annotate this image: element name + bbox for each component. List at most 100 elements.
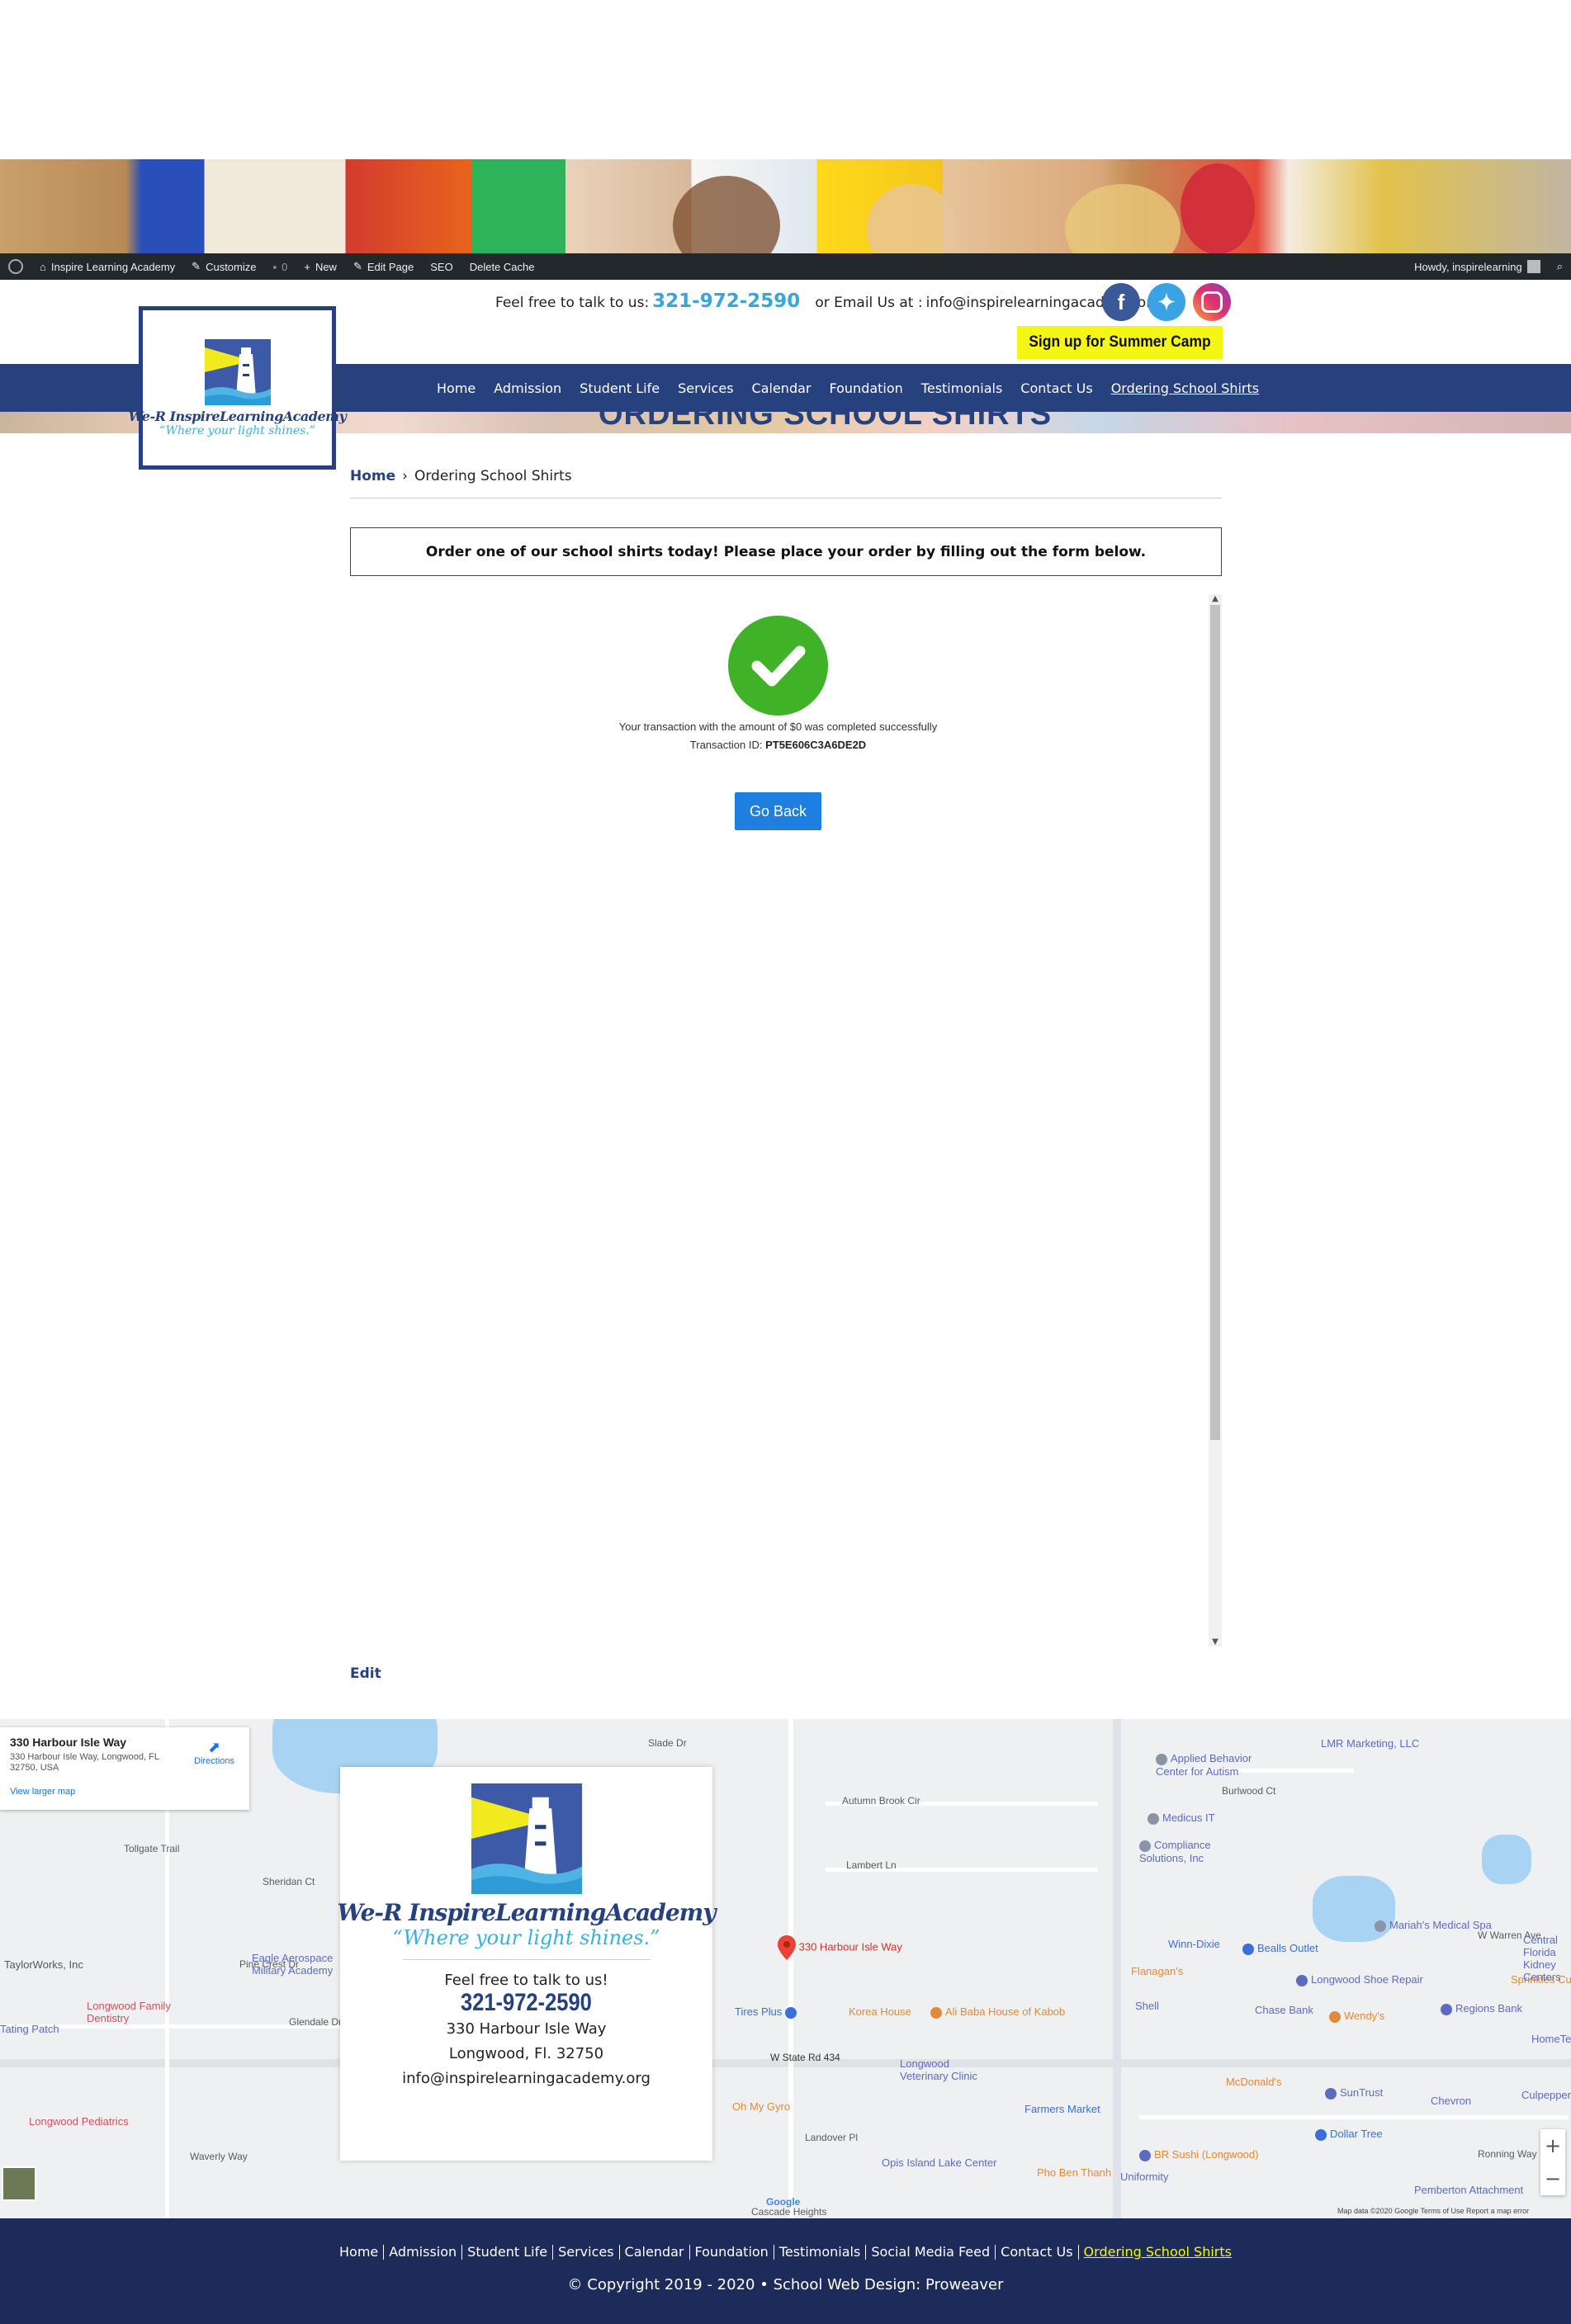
poi[interactable]: Winn-Dixie — [1168, 1938, 1220, 1950]
poi[interactable]: Tires Plus — [735, 2005, 800, 2019]
nav-home[interactable]: Home — [428, 380, 485, 396]
map-pin-icon — [778, 1935, 796, 1960]
poi[interactable]: Wendy's — [1329, 2010, 1384, 2023]
admin-site-link[interactable]: ⌂ Inspire Learning Academy — [31, 253, 183, 280]
footer-link-student-life[interactable]: Student Life — [462, 2245, 554, 2260]
contact-info-card: We-R InspireLearningAcademy “Where your … — [337, 1767, 717, 2161]
scroll-up-icon[interactable]: ▲ — [1209, 594, 1222, 603]
scroll-down-icon[interactable]: ▼ — [1209, 1637, 1222, 1646]
nav-admission[interactable]: Admission — [485, 380, 570, 396]
card-address-line1: 330 Harbour Isle Way — [446, 2020, 607, 2038]
transaction-message: Your transaction with the amount of $0 w… — [495, 718, 1061, 754]
header-phone-link[interactable]: 321-972-2590 — [652, 290, 800, 312]
footer-link-social-media-feed[interactable]: Social Media Feed — [866, 2245, 996, 2260]
footer-link-services[interactable]: Services — [553, 2245, 620, 2260]
card-talk-text: Feel free to talk to us! — [444, 1972, 608, 1989]
admin-account-link[interactable]: Howdy, inspirelearning — [1406, 253, 1549, 280]
poi[interactable]: Culpepper — [1521, 2089, 1571, 2101]
poi[interactable]: Farmers Market — [1024, 2103, 1100, 2115]
footer-link-foundation[interactable]: Foundation — [690, 2245, 774, 2260]
poi[interactable]: Longwood Family Dentistry — [87, 2000, 177, 2024]
scrollbar-thumb[interactable] — [1210, 605, 1220, 1440]
admin-search-icon[interactable]: ⌕ — [1549, 253, 1571, 280]
poi[interactable]: Tating Patch — [0, 2023, 59, 2035]
satellite-toggle[interactable] — [2, 2166, 36, 2201]
card-tagline: “Where your light shines.” — [392, 1926, 660, 1949]
poi[interactable]: Bealls Outlet — [1242, 1942, 1318, 1955]
nav-student-life[interactable]: Student Life — [570, 380, 669, 396]
brush-icon: ✎ — [192, 260, 201, 272]
footer-link-contact-us[interactable]: Contact Us — [996, 2245, 1079, 2260]
admin-delete-cache-link[interactable]: Delete Cache — [461, 253, 543, 280]
breadcrumb-separator: › — [402, 468, 408, 484]
comment-icon: ▪ — [272, 260, 277, 273]
instagram-icon[interactable] — [1193, 283, 1231, 321]
footer-link-home[interactable]: Home — [334, 2245, 385, 2260]
edit-link[interactable]: Edit — [350, 1665, 381, 1682]
location-marker[interactable]: 330 Harbour Isle Way — [778, 1935, 902, 1960]
nav-services[interactable]: Services — [669, 380, 742, 396]
footer-link-ordering-school-shirts[interactable]: Ordering School Shirts — [1079, 2245, 1237, 2260]
copyright: © Copyright 2019 - 2020 • School Web Des… — [567, 2276, 1004, 2293]
poi[interactable]: LMR Marketing, LLC — [1321, 1737, 1419, 1750]
poi[interactable]: TaylorWorks, Inc — [4, 1958, 83, 1971]
nav-ordering-school-shirts[interactable]: Ordering School Shirts — [1102, 380, 1268, 396]
poi[interactable]: Oh My Gyro — [732, 2100, 790, 2113]
view-larger-map-link[interactable]: View larger map — [10, 1787, 239, 1797]
admin-customize-link[interactable]: ✎ Customize — [183, 253, 264, 280]
nav-foundation[interactable]: Foundation — [820, 380, 911, 396]
poi[interactable]: Opis Island Lake Center — [882, 2156, 996, 2169]
order-notice: Order one of our school shirts today! Pl… — [350, 527, 1222, 576]
zoom-in-button[interactable]: + — [1545, 2134, 1561, 2157]
directions-button[interactable]: ⬈ Directions — [194, 1739, 234, 1766]
poi[interactable]: Mariah's Medical Spa — [1375, 1919, 1492, 1932]
poi[interactable]: Applied Behavior Center for Autism — [1156, 1752, 1280, 1778]
footer-link-calendar[interactable]: Calendar — [620, 2245, 690, 2260]
footer-link-testimonials[interactable]: Testimonials — [774, 2245, 867, 2260]
poi[interactable]: BR Sushi (Longwood) — [1139, 2148, 1258, 2161]
poi[interactable]: Longwood Veterinary Clinic — [900, 2057, 999, 2082]
admin-comments-link[interactable]: ▪ 0 — [265, 253, 296, 280]
zoom-out-button[interactable]: − — [1545, 2167, 1561, 2190]
poi[interactable]: Flanagan's — [1131, 1965, 1183, 1977]
poi[interactable]: Medicus IT — [1147, 1811, 1215, 1825]
poi[interactable]: Longwood Shoe Repair — [1296, 1973, 1423, 1986]
nav-testimonials[interactable]: Testimonials — [912, 380, 1012, 396]
poi[interactable]: SunTrust — [1325, 2086, 1383, 2100]
admin-edit-page-link[interactable]: ✎ Edit Page — [345, 253, 422, 280]
poi[interactable]: Uniformity — [1120, 2170, 1169, 2183]
poi[interactable]: Chevron — [1431, 2095, 1471, 2107]
poi[interactable]: Pho Ben Thanh — [1037, 2166, 1111, 2179]
card-email-link[interactable]: info@inspirelearningacademy.org — [402, 2067, 651, 2091]
poi[interactable]: Shell — [1135, 2000, 1159, 2012]
poi[interactable]: Dollar Tree — [1315, 2128, 1383, 2141]
facebook-icon[interactable]: f — [1102, 283, 1140, 321]
lighthouse-logo-icon — [471, 1783, 582, 1894]
nav-contact-us[interactable]: Contact Us — [1011, 380, 1101, 396]
admin-seo-link[interactable]: SEO — [422, 253, 461, 280]
admin-new-link[interactable]: + New — [296, 253, 345, 280]
poi[interactable]: Eagle Aerospace Military Academy — [252, 1952, 351, 1977]
poi[interactable]: Central Florida Kidney Centers — [1523, 1934, 1571, 1983]
poi[interactable]: Chase Bank — [1255, 2004, 1313, 2016]
nav-calendar[interactable]: Calendar — [743, 380, 821, 396]
poi[interactable]: Longwood Pediatrics — [29, 2115, 129, 2128]
twitter-icon[interactable]: ✦ — [1147, 283, 1185, 321]
poi[interactable]: Compliance Solutions, Inc — [1139, 1839, 1247, 1864]
summer-camp-button[interactable]: Sign up for Summer Camp — [1016, 326, 1223, 359]
breadcrumb-home-link[interactable]: Home — [350, 468, 395, 484]
card-phone-link[interactable]: 321-972-2590 — [461, 1989, 592, 2017]
go-back-button[interactable]: Go Back — [735, 792, 821, 830]
web-design-credit-link[interactable]: School Web Design: Proweaver — [774, 2276, 1004, 2293]
wordpress-logo[interactable] — [0, 253, 31, 280]
poi[interactable]: HomeTeam — [1531, 2033, 1571, 2045]
header-banner-image — [0, 159, 1571, 254]
poi[interactable]: Regions Bank — [1441, 2002, 1522, 2015]
footer-link-admission[interactable]: Admission — [384, 2245, 463, 2260]
poi[interactable]: McDonald's — [1226, 2076, 1282, 2088]
poi[interactable]: Pemberton Attachment — [1414, 2184, 1523, 2196]
poi[interactable]: Ali Baba House of Kabob — [930, 2005, 1065, 2019]
site-logo[interactable]: We-R InspireLearningAcademy “Where your … — [129, 306, 347, 470]
poi[interactable]: Korea House — [849, 2005, 911, 2018]
site-footer: Home Admission Student Life Services Cal… — [0, 2218, 1571, 2324]
